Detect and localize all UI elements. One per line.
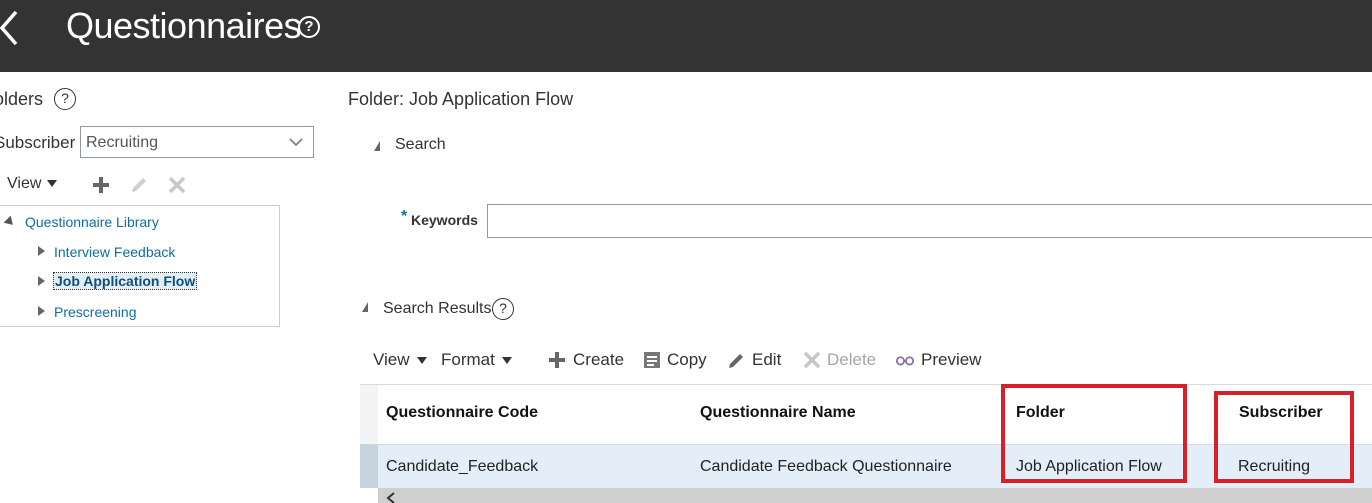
results-collapse-icon[interactable]: [362, 302, 368, 312]
expand-icon[interactable]: [38, 246, 45, 256]
delete-folder-icon[interactable]: [166, 174, 188, 196]
tree-node-job-application-flow[interactable]: Job Application Flow: [53, 272, 198, 290]
edit-button[interactable]: Edit: [752, 350, 781, 370]
subscriber-label: Subscriber: [0, 133, 76, 152]
results-help-icon[interactable]: ?: [492, 298, 514, 320]
add-folder-icon[interactable]: [90, 174, 112, 196]
view-menu-label: View: [373, 350, 410, 369]
preview-icon[interactable]: [895, 350, 915, 370]
folders-help-icon[interactable]: ?: [54, 88, 76, 110]
preview-button[interactable]: Preview: [921, 350, 981, 370]
page-header: Questionnaires ?: [0, 0, 1372, 72]
page-title: Questionnaires: [66, 5, 302, 46]
copy-icon[interactable]: [642, 350, 662, 370]
keywords-label: Keywords: [411, 212, 478, 228]
required-indicator: *: [401, 208, 408, 225]
subscriber-select-value: Recruiting: [86, 134, 159, 151]
folder-column-highlight: [1001, 384, 1187, 483]
tree-node-prescreening[interactable]: Prescreening: [54, 304, 137, 320]
search-section-header[interactable]: Search: [395, 136, 446, 154]
questionnaires-page: Questionnaires ? olders ? Subscriber Rec…: [0, 0, 1372, 503]
caret-down-icon: [416, 357, 427, 365]
collapse-icon[interactable]: [3, 215, 17, 229]
search-collapse-icon[interactable]: [374, 141, 380, 151]
search-results-header[interactable]: Search Results: [383, 300, 492, 318]
subscriber-select[interactable]: Recruiting: [80, 126, 314, 158]
horizontal-scrollbar[interactable]: [378, 488, 1372, 503]
subscriber-column-highlight: [1214, 391, 1354, 483]
tree-view-label: View: [7, 175, 42, 192]
delete-icon[interactable]: [802, 350, 822, 370]
copy-button[interactable]: Copy: [667, 350, 707, 370]
keywords-input[interactable]: [487, 204, 1372, 238]
tree-node-interview-feedback[interactable]: Interview Feedback: [54, 244, 175, 260]
table-cell: Candidate Feedback Questionnaire: [700, 458, 952, 475]
delete-button[interactable]: Delete: [827, 350, 876, 370]
folders-heading: olders: [0, 89, 44, 109]
edit-icon[interactable]: [727, 350, 747, 370]
column-header[interactable]: Questionnaire Code: [386, 404, 538, 422]
expand-icon[interactable]: [38, 306, 45, 316]
caret-down-icon: [47, 180, 58, 188]
create-button[interactable]: Create: [573, 350, 624, 370]
tree-view-menu[interactable]: View: [7, 175, 58, 193]
back-arrow-icon[interactable]: [0, 8, 26, 48]
tree-node-root[interactable]: Questionnaire Library: [25, 214, 159, 230]
chevron-down-icon: [289, 138, 303, 147]
format-menu-label: Format: [441, 350, 495, 369]
results-toolbar: View Format Create Copy Edit Delete Prev…: [373, 348, 1363, 372]
column-header[interactable]: Questionnaire Name: [700, 404, 856, 422]
caret-down-icon: [501, 357, 512, 365]
folder-heading: Folder: Job Application Flow: [348, 89, 574, 109]
view-menu[interactable]: View: [373, 350, 427, 370]
help-icon[interactable]: ?: [298, 16, 320, 38]
expand-icon[interactable]: [38, 276, 45, 286]
folder-tree: Questionnaire Library Interview Feedback…: [0, 205, 280, 327]
create-icon[interactable]: [547, 350, 567, 370]
table-cell: Candidate_Feedback: [386, 458, 539, 475]
edit-folder-icon[interactable]: [128, 174, 150, 196]
scroll-left-icon[interactable]: [386, 492, 396, 503]
format-menu[interactable]: Format: [441, 350, 512, 370]
